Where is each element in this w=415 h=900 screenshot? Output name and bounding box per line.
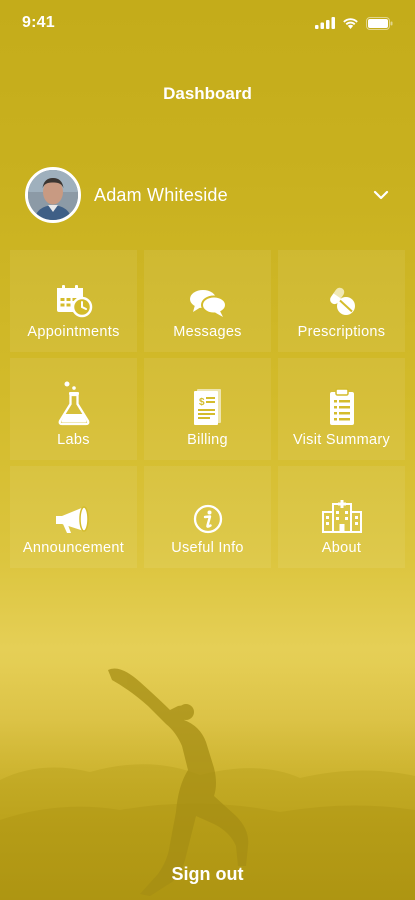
calendar-clock-icon	[56, 285, 92, 318]
status-icons	[315, 16, 393, 30]
tile-about[interactable]: About	[278, 466, 405, 568]
tile-label: Prescriptions	[297, 324, 386, 340]
tile-useful-info[interactable]: Useful Info	[144, 466, 271, 568]
tile-prescriptions[interactable]: Prescriptions	[278, 250, 405, 352]
signout-button[interactable]: Sign out	[172, 864, 244, 885]
tile-label: Appointments	[27, 324, 120, 340]
tile-billing[interactable]: $ Billing	[144, 358, 271, 460]
status-time: 9:41	[22, 14, 55, 31]
status-bar: 9:41	[0, 0, 415, 46]
tile-label: Labs	[57, 432, 90, 448]
hospital-icon	[321, 500, 362, 533]
invoice-icon: $	[193, 389, 221, 425]
megaphone-icon	[55, 506, 89, 533]
page-title: Dashboard	[163, 84, 252, 103]
tile-label: Messages	[173, 324, 242, 340]
chat-bubbles-icon	[189, 290, 227, 317]
tile-messages[interactable]: Messages	[144, 250, 271, 352]
clipboard-icon	[329, 388, 354, 425]
tile-label: Billing	[187, 432, 228, 448]
tile-label: Useful Info	[171, 540, 244, 556]
signout-bar: Sign out	[0, 848, 415, 900]
chevron-down-icon[interactable]	[372, 186, 390, 204]
tile-visit-summary[interactable]: Visit Summary	[278, 358, 405, 460]
svg-text:$: $	[199, 397, 205, 408]
profile-name: Adam Whiteside	[94, 184, 228, 205]
wifi-icon	[343, 18, 358, 29]
tile-appointments[interactable]: Appointments	[10, 250, 137, 352]
pills-icon	[329, 285, 355, 315]
tile-label: Announcement	[22, 540, 125, 556]
tile-label: About	[321, 540, 362, 556]
info-icon	[193, 504, 222, 534]
tile-labs[interactable]: Labs	[10, 358, 137, 460]
flask-icon	[58, 381, 89, 426]
profile-selector[interactable]: Adam Whiteside	[25, 166, 390, 224]
avatar	[25, 167, 81, 223]
battery-icon	[366, 16, 393, 30]
dashboard-grid: Appointments Messages Prescriptions Labs…	[10, 250, 405, 568]
tile-announcement[interactable]: Announcement	[10, 466, 137, 568]
cellular-signal-icon	[315, 17, 335, 29]
tile-label: Visit Summary	[292, 432, 391, 448]
